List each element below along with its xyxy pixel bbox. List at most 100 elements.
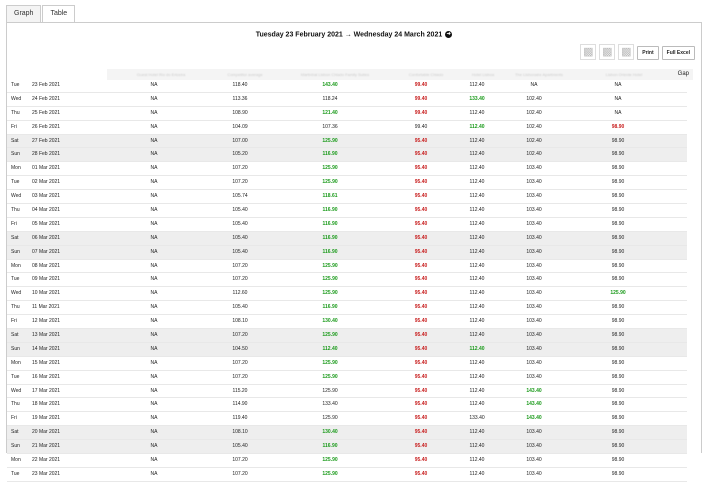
rate-cell: 125.90 bbox=[322, 457, 338, 464]
row-date: 23 Mar 2021 bbox=[32, 470, 61, 477]
tab-table[interactable]: Table bbox=[42, 5, 76, 23]
table-row: Tue 23 Mar 2021 NA 107.20 125.90 95.40 112.40 1… bbox=[7, 468, 687, 482]
rate-cell: 99.40 bbox=[414, 82, 428, 88]
rate-cell: 125.90 bbox=[322, 276, 338, 283]
rate-cell: 133.40 bbox=[469, 415, 485, 422]
rate-cell: NA bbox=[150, 387, 158, 394]
rate-cell: 143.40 bbox=[526, 415, 542, 422]
rate-cell: 125.90 bbox=[322, 179, 338, 186]
rate-cell: 112.40 bbox=[469, 151, 485, 158]
rate-cell: 112.40 bbox=[469, 387, 485, 394]
rate-cell: 103.40 bbox=[526, 276, 542, 283]
rate-cell: 95.40 bbox=[414, 401, 428, 408]
rate-cell: 98.90 bbox=[611, 345, 625, 352]
tab-graph[interactable]: Graph bbox=[6, 5, 42, 22]
rate-cell: 105.40 bbox=[232, 234, 248, 241]
rate-cell: 98.90 bbox=[611, 332, 625, 339]
rate-cell: 103.40 bbox=[526, 165, 542, 172]
table-row: Sat 20 Mar 2021 NA 108.10 130.40 95.40 112.40 1… bbox=[7, 426, 687, 441]
row-day: Tue bbox=[11, 276, 20, 283]
rate-cell: 121.40 bbox=[322, 109, 338, 116]
rate-cell: 95.40 bbox=[414, 179, 428, 186]
rate-cell: NA bbox=[614, 109, 622, 116]
rate-cell: 116.90 bbox=[322, 220, 338, 227]
table-row: Sun 07 Mar 2021 NA 105.40 116.90 95.40 112.40 1… bbox=[7, 245, 687, 260]
rate-cell: 112.40 bbox=[469, 123, 485, 130]
rate-cell: 103.40 bbox=[526, 318, 542, 325]
row-day: Wed bbox=[11, 95, 22, 102]
table-row: Tue 16 Mar 2021 NA 107.20 125.90 95.40 112.40 1… bbox=[7, 371, 687, 385]
rate-cell: 107.20 bbox=[232, 373, 248, 380]
rate-cell: 112.40 bbox=[469, 345, 485, 352]
rate-cell: 95.40 bbox=[414, 345, 428, 352]
rate-cell: 98.90 bbox=[611, 401, 625, 408]
row-day: Thu bbox=[11, 304, 20, 311]
rate-cell: 116.90 bbox=[322, 151, 338, 158]
rate-cell: 95.40 bbox=[414, 220, 428, 227]
row-date: 15 Mar 2021 bbox=[32, 359, 61, 366]
row-day: Tue bbox=[11, 179, 20, 186]
rate-cell: 102.40 bbox=[526, 109, 542, 116]
rate-cell: 99.40 bbox=[414, 123, 428, 130]
rate-cell: 103.40 bbox=[526, 234, 542, 241]
rate-cell: 108.10 bbox=[232, 429, 248, 436]
rate-cell: 112.40 bbox=[469, 207, 485, 214]
rate-cell: NA bbox=[150, 318, 158, 325]
next-range-arrow-icon[interactable]: ➜ bbox=[445, 31, 453, 38]
row-date: 17 Mar 2021 bbox=[32, 387, 61, 394]
rate-cell: 118.24 bbox=[322, 95, 338, 102]
puzzle-icon[interactable]: ▩ bbox=[580, 44, 597, 60]
rate-cell: 103.40 bbox=[526, 248, 542, 255]
rate-cell: 112.40 bbox=[469, 429, 485, 436]
rate-cell: 113.36 bbox=[232, 95, 248, 102]
rate-cell: 133.40 bbox=[469, 95, 485, 102]
rate-cell: 95.40 bbox=[414, 276, 428, 283]
rate-cell: 95.40 bbox=[414, 234, 428, 241]
date-range-header: Tuesday 23 February 2021 → Wednesday 24 … bbox=[7, 31, 701, 38]
rate-cell: 112.40 bbox=[469, 248, 485, 255]
rate-cell: 95.40 bbox=[414, 193, 428, 200]
rate-cell: 143.40 bbox=[526, 401, 542, 408]
rate-cell: 112.40 bbox=[469, 359, 485, 366]
row-date: 19 Mar 2021 bbox=[32, 415, 61, 422]
puzzle-icon[interactable]: ▩ bbox=[618, 44, 635, 60]
rate-cell: 98.90 bbox=[611, 470, 625, 477]
row-date: 01 Mar 2021 bbox=[32, 165, 61, 172]
rate-cell: 98.90 bbox=[611, 387, 625, 394]
rate-cell: 103.40 bbox=[526, 359, 542, 366]
rate-cell: NA bbox=[150, 193, 158, 200]
rate-cell: 130.40 bbox=[322, 429, 338, 436]
rate-cell: 116.90 bbox=[322, 234, 338, 241]
rate-cell: NA bbox=[150, 359, 158, 366]
row-day: Tue bbox=[11, 470, 20, 477]
rate-cell: 105.40 bbox=[232, 248, 248, 255]
row-date: 22 Mar 2021 bbox=[32, 457, 61, 464]
rate-cell: 95.40 bbox=[414, 262, 428, 269]
rate-cell: 98.90 bbox=[611, 165, 625, 172]
table-row: Thu 04 Mar 2021 NA 105.40 116.90 95.40 112.40 1… bbox=[7, 204, 687, 218]
rate-cell: NA bbox=[150, 207, 158, 214]
rate-cell: 107.36 bbox=[322, 123, 338, 130]
rate-cell: 98.90 bbox=[611, 318, 625, 325]
row-day: Sat bbox=[11, 429, 19, 436]
puzzle-icon[interactable]: ▩ bbox=[599, 44, 616, 60]
toolbar: ▩ ▩ ▩ Print Full Excel bbox=[577, 44, 695, 60]
rate-cell: 112.40 bbox=[469, 193, 485, 200]
row-date: 16 Mar 2021 bbox=[32, 373, 61, 380]
row-date: 18 Mar 2021 bbox=[32, 401, 61, 408]
table-row: Wed 10 Mar 2021 NA 112.60 125.90 95.40 112.40 1… bbox=[7, 287, 687, 302]
full-excel-button[interactable]: Full Excel bbox=[661, 46, 695, 60]
rate-cell: 98.90 bbox=[611, 151, 625, 158]
rate-cell: 98.90 bbox=[611, 429, 625, 436]
rate-cell: 103.40 bbox=[526, 220, 542, 227]
row-date: 28 Feb 2021 bbox=[32, 151, 61, 158]
rate-cell: 112.40 bbox=[322, 345, 338, 352]
row-day: Sun bbox=[11, 151, 20, 158]
rate-cell: 107.00 bbox=[232, 137, 248, 144]
rate-cell: 95.40 bbox=[414, 332, 428, 339]
row-day: Mon bbox=[11, 165, 21, 172]
rate-cell: 125.90 bbox=[322, 332, 338, 339]
rate-cell: 125.90 bbox=[322, 262, 338, 269]
table-row: Mon 01 Mar 2021 NA 107.20 125.90 95.40 112.40 1… bbox=[7, 162, 687, 177]
print-button[interactable]: Print bbox=[637, 46, 659, 60]
